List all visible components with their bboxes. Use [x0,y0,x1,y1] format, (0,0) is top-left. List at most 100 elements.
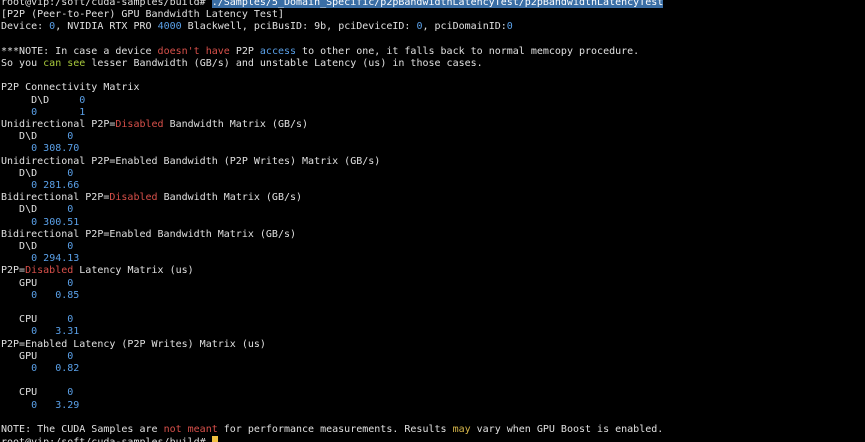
terminal-line: NOTE: The CUDA Samples are not meant for… [1,424,663,436]
terminal-text: 294.13 [43,253,80,265]
terminal-text: Disabled [109,192,158,204]
terminal-text: , pciDomainID: [422,21,507,33]
terminal-text: 0 [79,94,86,106]
terminal-text: , NVIDIA RTX PRO [55,21,158,33]
terminal-text: D\D [1,167,68,179]
terminal-text: Blackwell, pciBusID: 9b, pciDeviceID: [181,21,417,33]
terminal-line: 0 308.70 [1,143,79,155]
terminal-line: So you can see lesser Bandwidth (GB/s) a… [1,58,483,70]
terminal-text: vary when GPU Boost is enabled. [470,424,664,435]
terminal-text: Bidirectional P2P=Enabled Bandwidth Matr… [1,228,297,240]
terminal-text: 0.82 [55,363,80,374]
cursor [211,436,218,442]
terminal-text: 0 [67,131,74,143]
terminal-text: 0 [67,167,74,179]
terminal-text: Bidirectional P2P= [1,192,110,204]
terminal-text: P2P=Enabled Latency (P2P Writes) Matrix … [1,338,266,350]
prompt-line: root@vip:/soft/cuda-samples/build# [1,436,218,442]
terminal-text: So you [1,58,44,69]
terminal-text: lesser Bandwidth (GB/s) and unstable Lat… [85,58,483,69]
terminal-line: D\D 0 [1,204,73,216]
terminal-text: 3.29 [55,399,80,411]
terminal-text: 0 [67,387,74,399]
terminal-text: CPU [1,314,68,326]
terminal-line: D\D 0 [1,168,73,180]
terminal-text: Unidirectional P2P= [1,119,116,130]
terminal-line: P2P Connectivity Matrix [1,82,139,94]
terminal-text: GPU [1,350,68,362]
terminal-line: Bidirectional P2P=Enabled Bandwidth Matr… [1,229,296,241]
terminal-line: GPU 0 [1,351,73,363]
terminal-text: Unidirectional P2P=Enabled Bandwidth (P2… [1,155,381,167]
terminal-text: P2P [229,45,260,57]
terminal-text: 0 [506,21,513,33]
terminal-text: 0 [67,277,74,289]
terminal-line: 0 300.51 [1,217,79,229]
terminal-text: not meant [163,424,218,435]
terminal-line: Bidirectional P2P=Disabled Bandwidth Mat… [1,192,302,204]
terminal-text: NOTE: The CUDA Samples are [1,424,164,435]
terminal-text: root@vip:/soft/cuda-samples/build# [1,437,212,442]
terminal-text: access [259,45,297,57]
terminal-text: Device: [1,21,50,33]
terminal-text: D\D [1,204,68,216]
command-text: ./Samples/5_Domain_Specific/p2pBandwidth… [211,0,664,8]
terminal-text: may [452,424,471,435]
terminal-text: 0 [67,241,74,252]
terminal-line: 0 294.13 [1,253,79,265]
terminal-text: Bandwidth Matrix (GB/s) [163,119,309,130]
terminal-text: 0 [67,204,74,216]
terminal-window[interactable]: root@vip:/soft/cuda-samples/build# ./Sam… [0,0,865,442]
terminal-text: 281.66 [43,180,80,191]
terminal-text: Bandwidth Matrix (GB/s) [157,192,303,204]
terminal-line: 0 0.82 [1,363,79,375]
terminal-line: 0 3.31 [1,326,79,338]
terminal-text: 1 [79,106,86,118]
terminal-line: 0 3.29 [1,400,79,412]
terminal-line: D\D 0 [1,131,73,143]
terminal-text: 300.51 [43,216,80,228]
terminal-line: CPU 0 [1,314,73,326]
terminal-text: doesn't have [157,45,230,57]
terminal-text: D\D [1,131,68,143]
terminal-line: 0 0.85 [1,290,79,302]
terminal-text: can see [43,58,86,69]
terminal-line: P2P=Disabled Latency Matrix (us) [1,265,194,277]
terminal-text: D\D [1,94,80,106]
terminal-line: GPU 0 [1,278,73,290]
terminal-text: CPU [1,387,68,399]
terminal-text: Latency Matrix (us) [73,265,194,277]
terminal-text: GPU [1,277,68,289]
terminal-text: [P2P (Peer-to-Peer) GPU Bandwidth Latenc… [1,9,284,21]
terminal-line: D\D 0 [1,241,73,253]
terminal-text: D\D [1,241,68,252]
terminal-text: 308.70 [43,143,80,155]
terminal-line: 0 281.66 [1,180,79,192]
terminal-line: [P2P (Peer-to-Peer) GPU Bandwidth Latenc… [1,9,284,21]
terminal-line: 0 1 [1,107,85,119]
terminal-line: ***NOTE: In case a device doesn't have P… [1,46,639,58]
terminal-text: 0 [67,350,74,362]
terminal-line: D\D 0 [1,95,85,107]
terminal-text: root@vip:/soft/cuda-samples/build# [1,0,212,8]
terminal-line: P2P=Enabled Latency (P2P Writes) Matrix … [1,339,266,351]
terminal-line: root@vip:/soft/cuda-samples/build# ./Sam… [1,0,664,9]
terminal-text: P2P Connectivity Matrix [1,82,140,94]
terminal-text: ***NOTE: In case a device [1,45,158,57]
terminal-line: CPU 0 [1,387,73,399]
terminal-text: Disabled [25,265,74,277]
terminal-text: Disabled [115,119,164,130]
terminal-text: 0.85 [55,289,80,301]
terminal-text: 0 [67,314,74,326]
